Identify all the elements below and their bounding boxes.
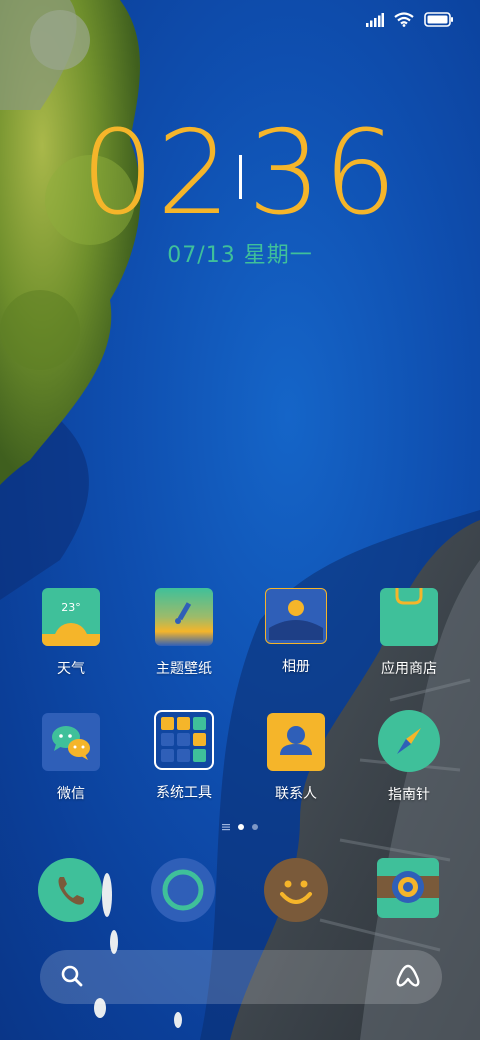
app-label: 微信 [57, 786, 85, 802]
page-indicator[interactable] [0, 823, 480, 831]
app-label: 天气 [57, 661, 85, 677]
clock-hours: 02 [80, 106, 233, 241]
page-dot-active [238, 824, 244, 830]
page-menu-icon [222, 824, 230, 831]
app-system-tools-folder[interactable]: 系统工具 [129, 710, 239, 802]
phone-icon [38, 858, 102, 922]
page-dot [252, 824, 258, 830]
battery-icon [424, 11, 454, 31]
dock-phone[interactable] [38, 858, 102, 922]
app-store-icon [380, 588, 438, 646]
assistant-icon[interactable] [394, 963, 422, 993]
weather-icon: 23° [42, 588, 100, 646]
signal-icon [366, 12, 384, 31]
theme-wallpaper-icon [155, 588, 213, 646]
app-label: 系统工具 [156, 785, 212, 801]
search-bar[interactable] [40, 950, 442, 1004]
gallery-icon [265, 588, 327, 644]
search-icon[interactable] [60, 964, 84, 992]
app-compass[interactable]: 指南针 [354, 710, 464, 804]
clock-separator [238, 155, 242, 200]
status-bar [366, 10, 454, 32]
clock-date: 07/13 星期一 [167, 243, 313, 268]
clock-minutes: 36 [247, 106, 400, 241]
wechat-icon [42, 713, 100, 771]
app-label: 主题壁纸 [156, 661, 212, 677]
app-theme-wallpaper[interactable]: 主题壁纸 [129, 588, 239, 678]
app-label: 应用商店 [381, 661, 437, 677]
app-contacts[interactable]: 联系人 [241, 713, 351, 803]
compass-icon [378, 710, 440, 772]
system-tools-folder-icon [154, 710, 214, 770]
app-label: 相册 [282, 659, 310, 675]
camera-icon [377, 858, 439, 918]
app-app-store[interactable]: 应用商店 [354, 588, 464, 678]
app-weather[interactable]: 23° 天气 [16, 588, 126, 678]
app-label: 指南针 [388, 787, 430, 803]
app-gallery[interactable]: 相册 [241, 588, 351, 676]
messages-icon [151, 858, 215, 922]
contacts-icon [267, 713, 325, 771]
clock-time: 02 36 [0, 115, 480, 233]
app-wechat[interactable]: 微信 [16, 713, 126, 803]
app-label: 联系人 [275, 786, 317, 802]
clock-widget[interactable]: 02 36 07/13 星期一 [0, 115, 480, 269]
dock-smiley[interactable] [264, 858, 328, 922]
dock-messages[interactable] [151, 858, 215, 922]
smiley-icon [264, 858, 328, 922]
wifi-icon [394, 11, 414, 31]
dock-camera[interactable] [377, 858, 441, 922]
